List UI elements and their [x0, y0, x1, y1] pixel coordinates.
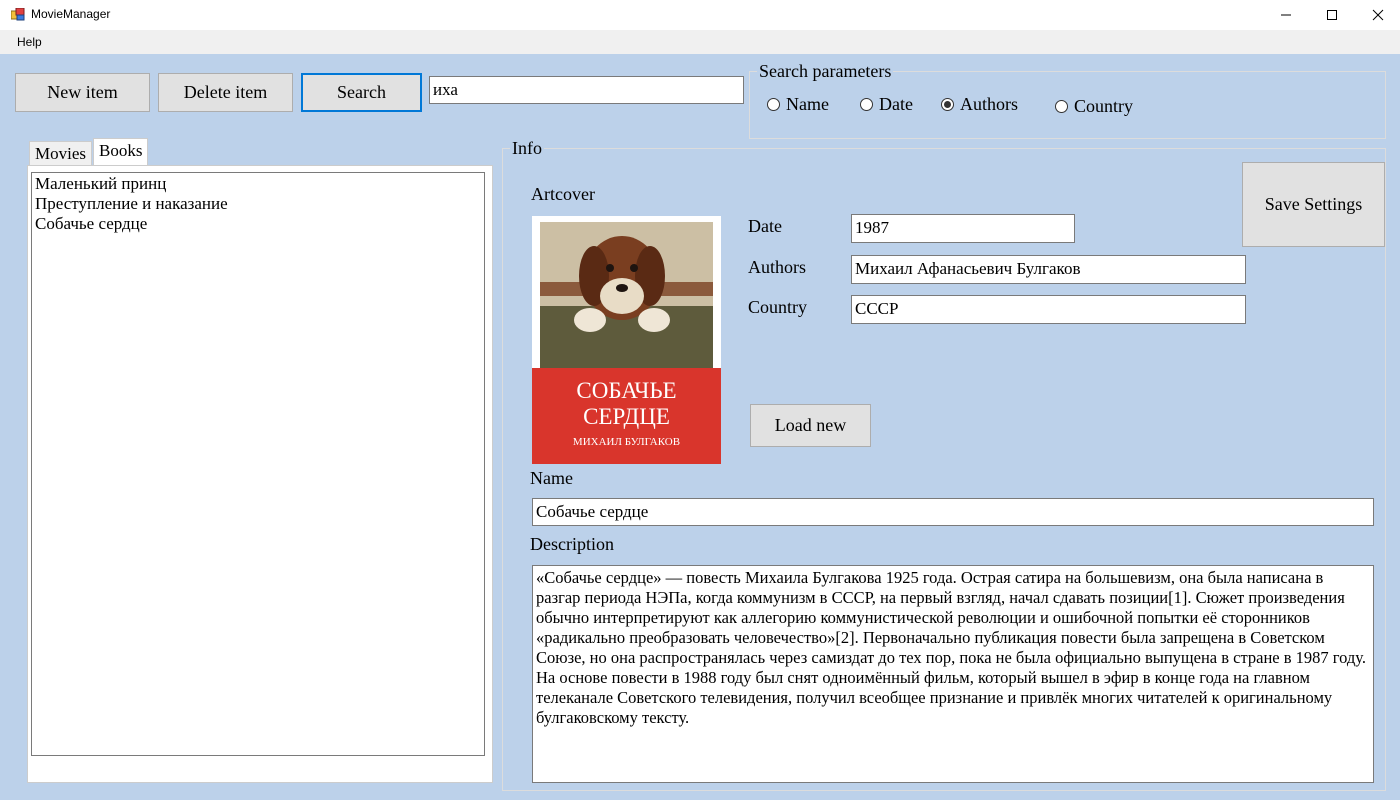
- authors-label: Authors: [748, 257, 806, 277]
- country-label: Country: [748, 297, 808, 317]
- save-settings-button[interactable]: Save Settings: [1242, 162, 1385, 247]
- date-label: Date: [748, 216, 782, 236]
- description-field[interactable]: «Собачье сердце» — повесть Михаила Булга…: [532, 565, 1374, 783]
- radio-name[interactable]: Name: [767, 94, 829, 115]
- radio-name-indicator: [767, 98, 780, 111]
- search-input[interactable]: иха: [429, 76, 744, 104]
- date-field[interactable]: 1987: [851, 214, 1075, 243]
- maximize-icon: [1327, 10, 1337, 20]
- search-button[interactable]: Search: [301, 73, 422, 112]
- search-parameters-title: Search parameters: [757, 61, 894, 82]
- artcover-label: Artcover: [531, 184, 595, 204]
- tab-movies[interactable]: Movies: [29, 141, 92, 166]
- country-field[interactable]: СССР: [851, 295, 1246, 324]
- minimize-icon: [1281, 14, 1291, 16]
- radio-authors-label: Authors: [960, 94, 1018, 114]
- tab-books[interactable]: Books: [93, 138, 149, 166]
- title-bar: MovieManager: [0, 0, 1400, 30]
- menu-help[interactable]: Help: [11, 35, 48, 49]
- window-title: MovieManager: [31, 7, 111, 21]
- radio-authors-indicator: [941, 98, 954, 111]
- close-button[interactable]: [1355, 0, 1400, 30]
- radio-authors[interactable]: Authors: [941, 94, 1018, 115]
- close-icon: [1372, 9, 1384, 21]
- radio-country-indicator: [1055, 100, 1068, 113]
- app-icon: [10, 7, 25, 21]
- menu-bar: Help: [0, 30, 1400, 54]
- artcover-image: СОБАЧЬЕ СЕРДЦЕ МИХАИЛ БУЛГАКОВ: [532, 216, 721, 464]
- name-field[interactable]: Собачье сердце: [532, 498, 1374, 526]
- minimize-button[interactable]: [1263, 0, 1309, 30]
- name-label: Name: [530, 468, 573, 488]
- delete-item-button[interactable]: Delete item: [158, 73, 293, 112]
- new-item-button[interactable]: New item: [15, 73, 150, 112]
- load-new-button[interactable]: Load new: [750, 404, 871, 447]
- maximize-button[interactable]: [1309, 0, 1355, 30]
- authors-field[interactable]: Михаил Афанасьевич Булгаков: [851, 255, 1246, 284]
- info-title: Info: [510, 138, 544, 159]
- cover-title-line1: СОБАЧЬЕ: [576, 378, 676, 403]
- description-label: Description: [530, 534, 614, 554]
- cover-title-line2: СЕРДЦЕ: [583, 404, 670, 429]
- books-list[interactable]: Маленький принц Преступление и наказание…: [31, 172, 485, 756]
- radio-country[interactable]: Country: [1055, 96, 1133, 117]
- list-item[interactable]: Преступление и наказание: [35, 194, 481, 214]
- radio-date-indicator: [860, 98, 873, 111]
- list-item[interactable]: Собачье сердце: [35, 214, 481, 234]
- radio-date-label: Date: [879, 94, 913, 114]
- list-item[interactable]: Маленький принц: [35, 174, 481, 194]
- radio-name-label: Name: [786, 94, 829, 114]
- radio-date[interactable]: Date: [860, 94, 913, 115]
- radio-country-label: Country: [1074, 96, 1134, 116]
- cover-author: МИХАИЛ БУЛГАКОВ: [573, 436, 680, 448]
